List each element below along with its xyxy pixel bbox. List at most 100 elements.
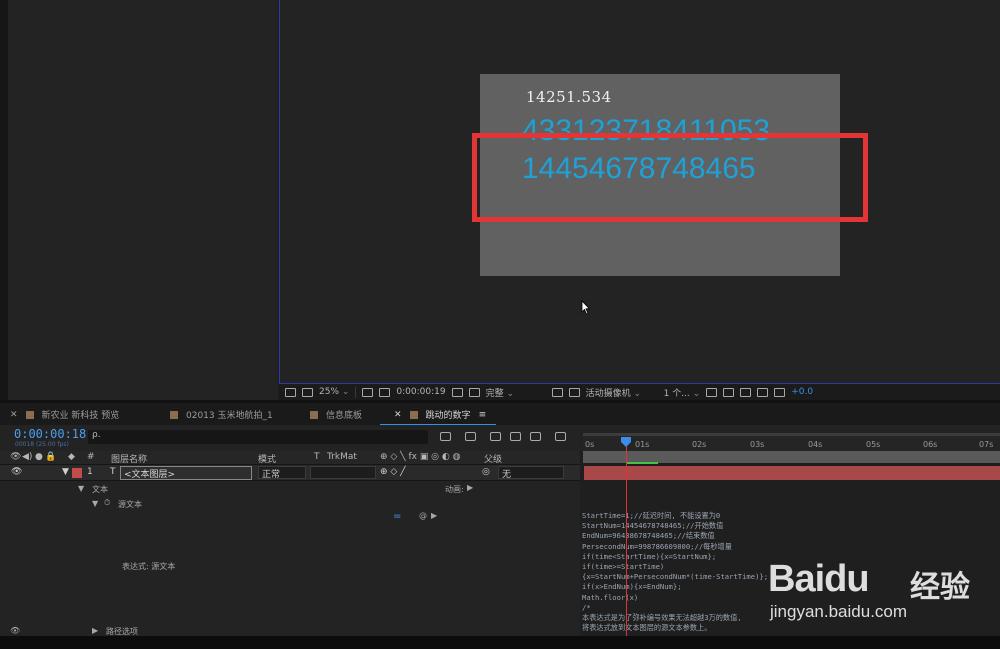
render-cache-indicator	[626, 462, 658, 464]
text-layer-icon: T	[110, 467, 116, 477]
animate-arrow-icon[interactable]: ▶	[467, 483, 473, 492]
shy-layers-icon[interactable]	[490, 432, 501, 441]
close-icon[interactable]: ✕	[394, 410, 402, 420]
layer-duration-bar[interactable]	[584, 466, 1000, 480]
layer-switches[interactable]: ⊕ ◇ ╱	[380, 467, 406, 477]
zoom-dropdown[interactable]: 25%	[319, 387, 349, 397]
path-options-chevron-icon[interactable]: ▶	[92, 626, 98, 635]
current-timecode[interactable]: 0:00:00:18	[14, 427, 86, 441]
parent-pickwhip-icon[interactable]: ◎	[482, 467, 490, 477]
tab-label: 信息底板	[326, 411, 363, 421]
frame-blending-icon[interactable]	[510, 432, 521, 441]
column-layer-name[interactable]: 图层名称	[111, 452, 147, 465]
toolbar-separator	[355, 386, 357, 398]
timeline-header: 0:00:00:18 00018 (25.00 fps) ρ.	[0, 425, 580, 451]
label-column-icon[interactable]: ◆	[68, 452, 75, 462]
mouse-cursor-icon	[581, 300, 591, 315]
mask-icon[interactable]	[379, 387, 391, 397]
exposure-icon[interactable]	[774, 387, 786, 397]
close-icon[interactable]: ✕	[10, 410, 18, 420]
blend-mode-dropdown[interactable]: 正常	[258, 466, 306, 480]
lock-column-icon[interactable]: 🔒	[45, 452, 56, 462]
graph-editor-icon[interactable]	[555, 432, 566, 441]
baidu-logo: Baidu	[768, 558, 870, 600]
camera-dropdown[interactable]: 活动摄像机	[586, 386, 658, 399]
safe-area-icon[interactable]	[362, 387, 374, 397]
ruler-tick: 03s	[750, 440, 765, 449]
layer-column-header: 👁 ◀) ● 🔒 ◆ # 图层名称 模式 T TrkMat ⊕ ◇ ╲ fx ▣…	[0, 451, 580, 465]
code-line: Math.floor(x)	[582, 592, 639, 602]
code-line: 本表达式是为了弥补编号效果无法超越3万的数值,	[582, 613, 742, 623]
ruler-tick: 0s	[585, 440, 595, 449]
layer-search-input[interactable]: ρ.	[88, 430, 428, 444]
comp-color-swatch	[25, 410, 34, 419]
tab-cornfield[interactable]: 02013 玉米地航拍_1	[170, 408, 273, 421]
expression-pickwhip-icon[interactable]: @	[419, 511, 427, 520]
code-line: EndNum=96438678748465;//结束数值	[582, 531, 715, 541]
views-dropdown[interactable]: 1 个...	[664, 386, 701, 399]
panel-menu-icon[interactable]: ≡	[479, 410, 487, 420]
annotation-highlight-box	[472, 133, 868, 222]
preview-icon[interactable]	[723, 387, 735, 397]
color-channel-icon[interactable]	[468, 387, 480, 397]
layout-icon[interactable]	[706, 387, 718, 397]
composition-tab-bar: ✕ 新农业 新科技 预览 02013 玉米地航拍_1 信息底板 ✕ 跳动的数字 …	[0, 403, 1000, 426]
region-icon[interactable]	[285, 387, 296, 397]
layer-color-label[interactable]	[72, 468, 82, 478]
draft-3d-icon[interactable]	[465, 432, 476, 441]
ruler-tick: 01s	[635, 440, 650, 449]
fast-preview-icon[interactable]	[740, 387, 752, 397]
visibility-icon[interactable]: 👁	[11, 467, 22, 477]
ruler-tick: 07s	[979, 440, 994, 449]
visibility-icon[interactable]: 👁	[10, 626, 20, 635]
layer-name-field[interactable]: <文本图层>	[120, 466, 252, 480]
left-dock-strip	[0, 0, 8, 400]
frame-rate-label: 00018 (25.00 fps)	[15, 441, 69, 448]
transparency-grid-icon[interactable]	[568, 387, 580, 397]
tab-label: 跳动的数字	[425, 411, 471, 421]
column-num: #	[87, 452, 95, 462]
source-text-chevron-icon[interactable]: ▼	[92, 499, 98, 508]
text-group-chevron-icon[interactable]: ▼	[78, 484, 84, 493]
expression-label: 表达式: 源文本	[122, 562, 176, 571]
resolution-dropdown[interactable]: 完整	[486, 386, 546, 399]
expression-enable-icon[interactable]: =	[393, 511, 401, 522]
tab-bouncing-number[interactable]: ✕ 跳动的数字 ≡	[379, 408, 497, 426]
audio-column-icon[interactable]: ◀)	[22, 452, 32, 462]
viewer-timecode[interactable]: 0:00:00:19	[396, 387, 445, 397]
expand-chevron-icon[interactable]: ▼	[62, 467, 69, 477]
code-line: PersecondNum=998786609800;//每秒增量	[582, 541, 732, 551]
ruler-tick: 06s	[923, 440, 938, 449]
expression-menu-icon[interactable]: ▶	[431, 511, 437, 520]
comp-color-swatch	[310, 410, 318, 419]
time-ruler[interactable]: 0s 01s 02s 03s 04s 05s 06s 07s	[583, 433, 1000, 451]
motion-blur-icon[interactable]	[530, 432, 541, 441]
column-parent: 父级	[484, 455, 503, 465]
ruler-tick: 02s	[692, 440, 707, 449]
roi-icon[interactable]	[551, 387, 563, 397]
comp-flowchart-icon[interactable]	[440, 432, 451, 441]
tab-info-board[interactable]: 信息底板	[310, 408, 362, 421]
animate-button[interactable]: 动画:	[445, 484, 464, 495]
project-panel	[8, 0, 278, 400]
source-text-label[interactable]: 源文本	[118, 499, 142, 510]
trkmat-dropdown[interactable]	[310, 466, 376, 479]
camera-snapshot-icon[interactable]	[451, 387, 463, 397]
column-t: T	[314, 452, 320, 462]
flowchart-icon[interactable]	[757, 387, 769, 397]
monitor-icon[interactable]	[302, 387, 313, 397]
playhead-line[interactable]	[626, 437, 627, 637]
parent-dropdown[interactable]: 无	[498, 466, 564, 480]
ruler-tick: 05s	[866, 440, 881, 449]
expression-editor[interactable]: StartTime=1;//延迟时间, 不能设置为0 StartNum=14454…	[582, 511, 768, 633]
code-line: {x=StartNum+PersecondNum*(time-StartTime…	[582, 572, 769, 582]
exposure-value[interactable]: +0.0	[791, 387, 813, 397]
stopwatch-icon[interactable]: ⏱	[104, 498, 110, 508]
baidu-watermark: Baidu 经验 jingyan.baidu.com	[768, 540, 1000, 630]
tab-preview[interactable]: ✕ 新农业 新科技 预览	[10, 408, 120, 422]
tab-label: 新农业 新科技 预览	[41, 411, 120, 421]
eye-column-icon[interactable]: 👁	[10, 452, 21, 462]
text-group-label[interactable]: 文本	[92, 484, 108, 495]
layer-row[interactable]: 👁 ▼ 1 T <文本图层> 正常 ⊕ ◇ ╱ ◎ 无	[0, 465, 580, 481]
solo-column-icon[interactable]: ●	[35, 452, 43, 462]
